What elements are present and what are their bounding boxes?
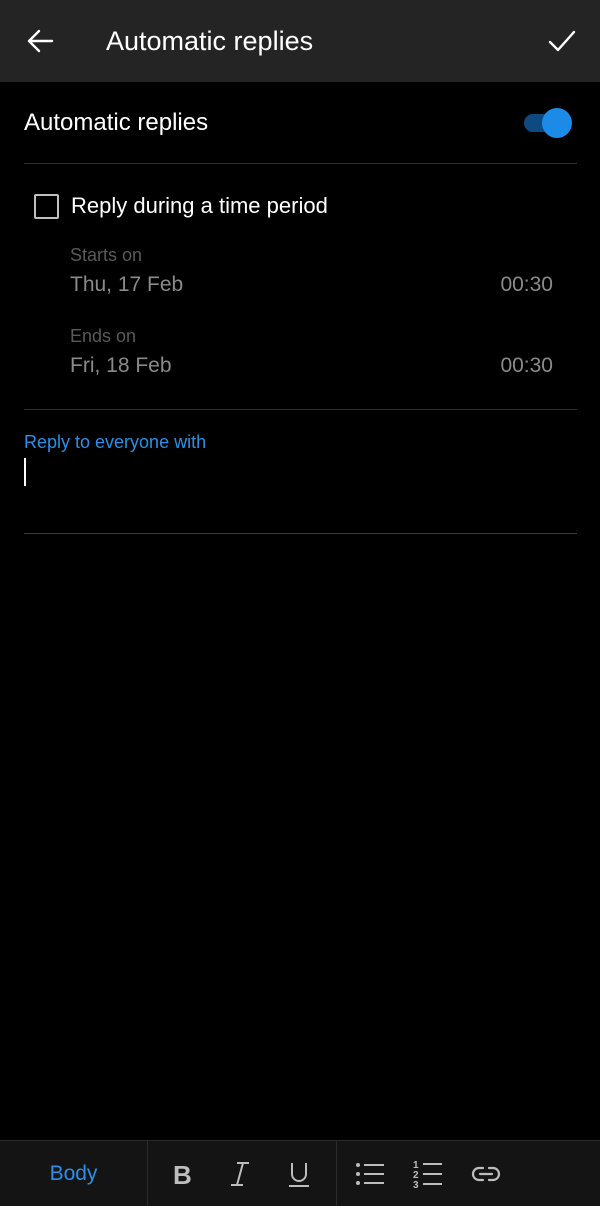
numbered-list-icon: 1 2 3 <box>413 1160 442 1190</box>
italic-icon <box>231 1162 249 1186</box>
reply-to-everyone-label: Reply to everyone with <box>24 432 207 452</box>
numbered-list-button[interactable]: 1 2 3 <box>408 1154 448 1194</box>
text-style-button[interactable]: Body <box>0 1141 147 1206</box>
ends-on-caption: Ends on <box>70 326 137 346</box>
reply-message-section: Reply to everyone with <box>24 410 577 534</box>
end-time-value[interactable]: 00:30 <box>500 353 553 379</box>
reply-during-time-period-checkbox[interactable] <box>34 193 59 219</box>
reply-during-time-period-option[interactable]: Reply during a time period <box>34 192 328 220</box>
reply-message-input[interactable] <box>24 458 577 490</box>
link-icon <box>471 1166 501 1182</box>
time-period-section: Reply during a time period Starts on Thu… <box>24 164 577 410</box>
bold-icon: B <box>173 1160 192 1188</box>
arrow-left-icon <box>27 29 54 53</box>
bold-button[interactable]: B <box>162 1154 202 1194</box>
italic-button[interactable] <box>220 1154 260 1194</box>
page-title: Automatic replies <box>106 26 314 56</box>
underline-icon <box>289 1163 309 1187</box>
automatic-replies-toggle[interactable] <box>524 108 572 138</box>
reply-during-time-period-label: Reply during a time period <box>71 193 328 218</box>
app-root: Automatic replies Automatic replies Repl… <box>0 0 600 1206</box>
svg-text:B: B <box>173 1160 192 1188</box>
save-button[interactable] <box>542 21 582 61</box>
start-date-value: Thu, 17 Feb <box>70 273 184 296</box>
insert-link-button[interactable] <box>466 1154 506 1194</box>
bulleted-list-button[interactable] <box>350 1154 390 1194</box>
automatic-replies-label: Automatic replies <box>24 109 209 136</box>
formatting-toolbar: Body B 1 2 3 <box>0 1140 600 1206</box>
toolbar-divider <box>147 1141 148 1206</box>
end-date-value: Fri, 18 Feb <box>70 354 172 377</box>
toggle-knob <box>542 108 572 138</box>
toolbar-divider <box>336 1141 337 1206</box>
back-button[interactable] <box>20 21 60 61</box>
svg-text:3: 3 <box>413 1180 419 1190</box>
app-bar: Automatic replies <box>0 0 600 82</box>
start-time-value[interactable]: 00:30 <box>500 272 553 298</box>
automatic-replies-row: Automatic replies <box>24 82 577 164</box>
end-date-picker[interactable]: Ends on Fri, 18 Feb 00:30 <box>70 325 553 385</box>
checkmark-icon <box>548 30 576 52</box>
underline-button[interactable] <box>279 1154 319 1194</box>
start-date-picker[interactable]: Starts on Thu, 17 Feb 00:30 <box>70 244 553 304</box>
bulleted-list-icon <box>356 1163 384 1185</box>
starts-on-caption: Starts on <box>70 245 143 265</box>
